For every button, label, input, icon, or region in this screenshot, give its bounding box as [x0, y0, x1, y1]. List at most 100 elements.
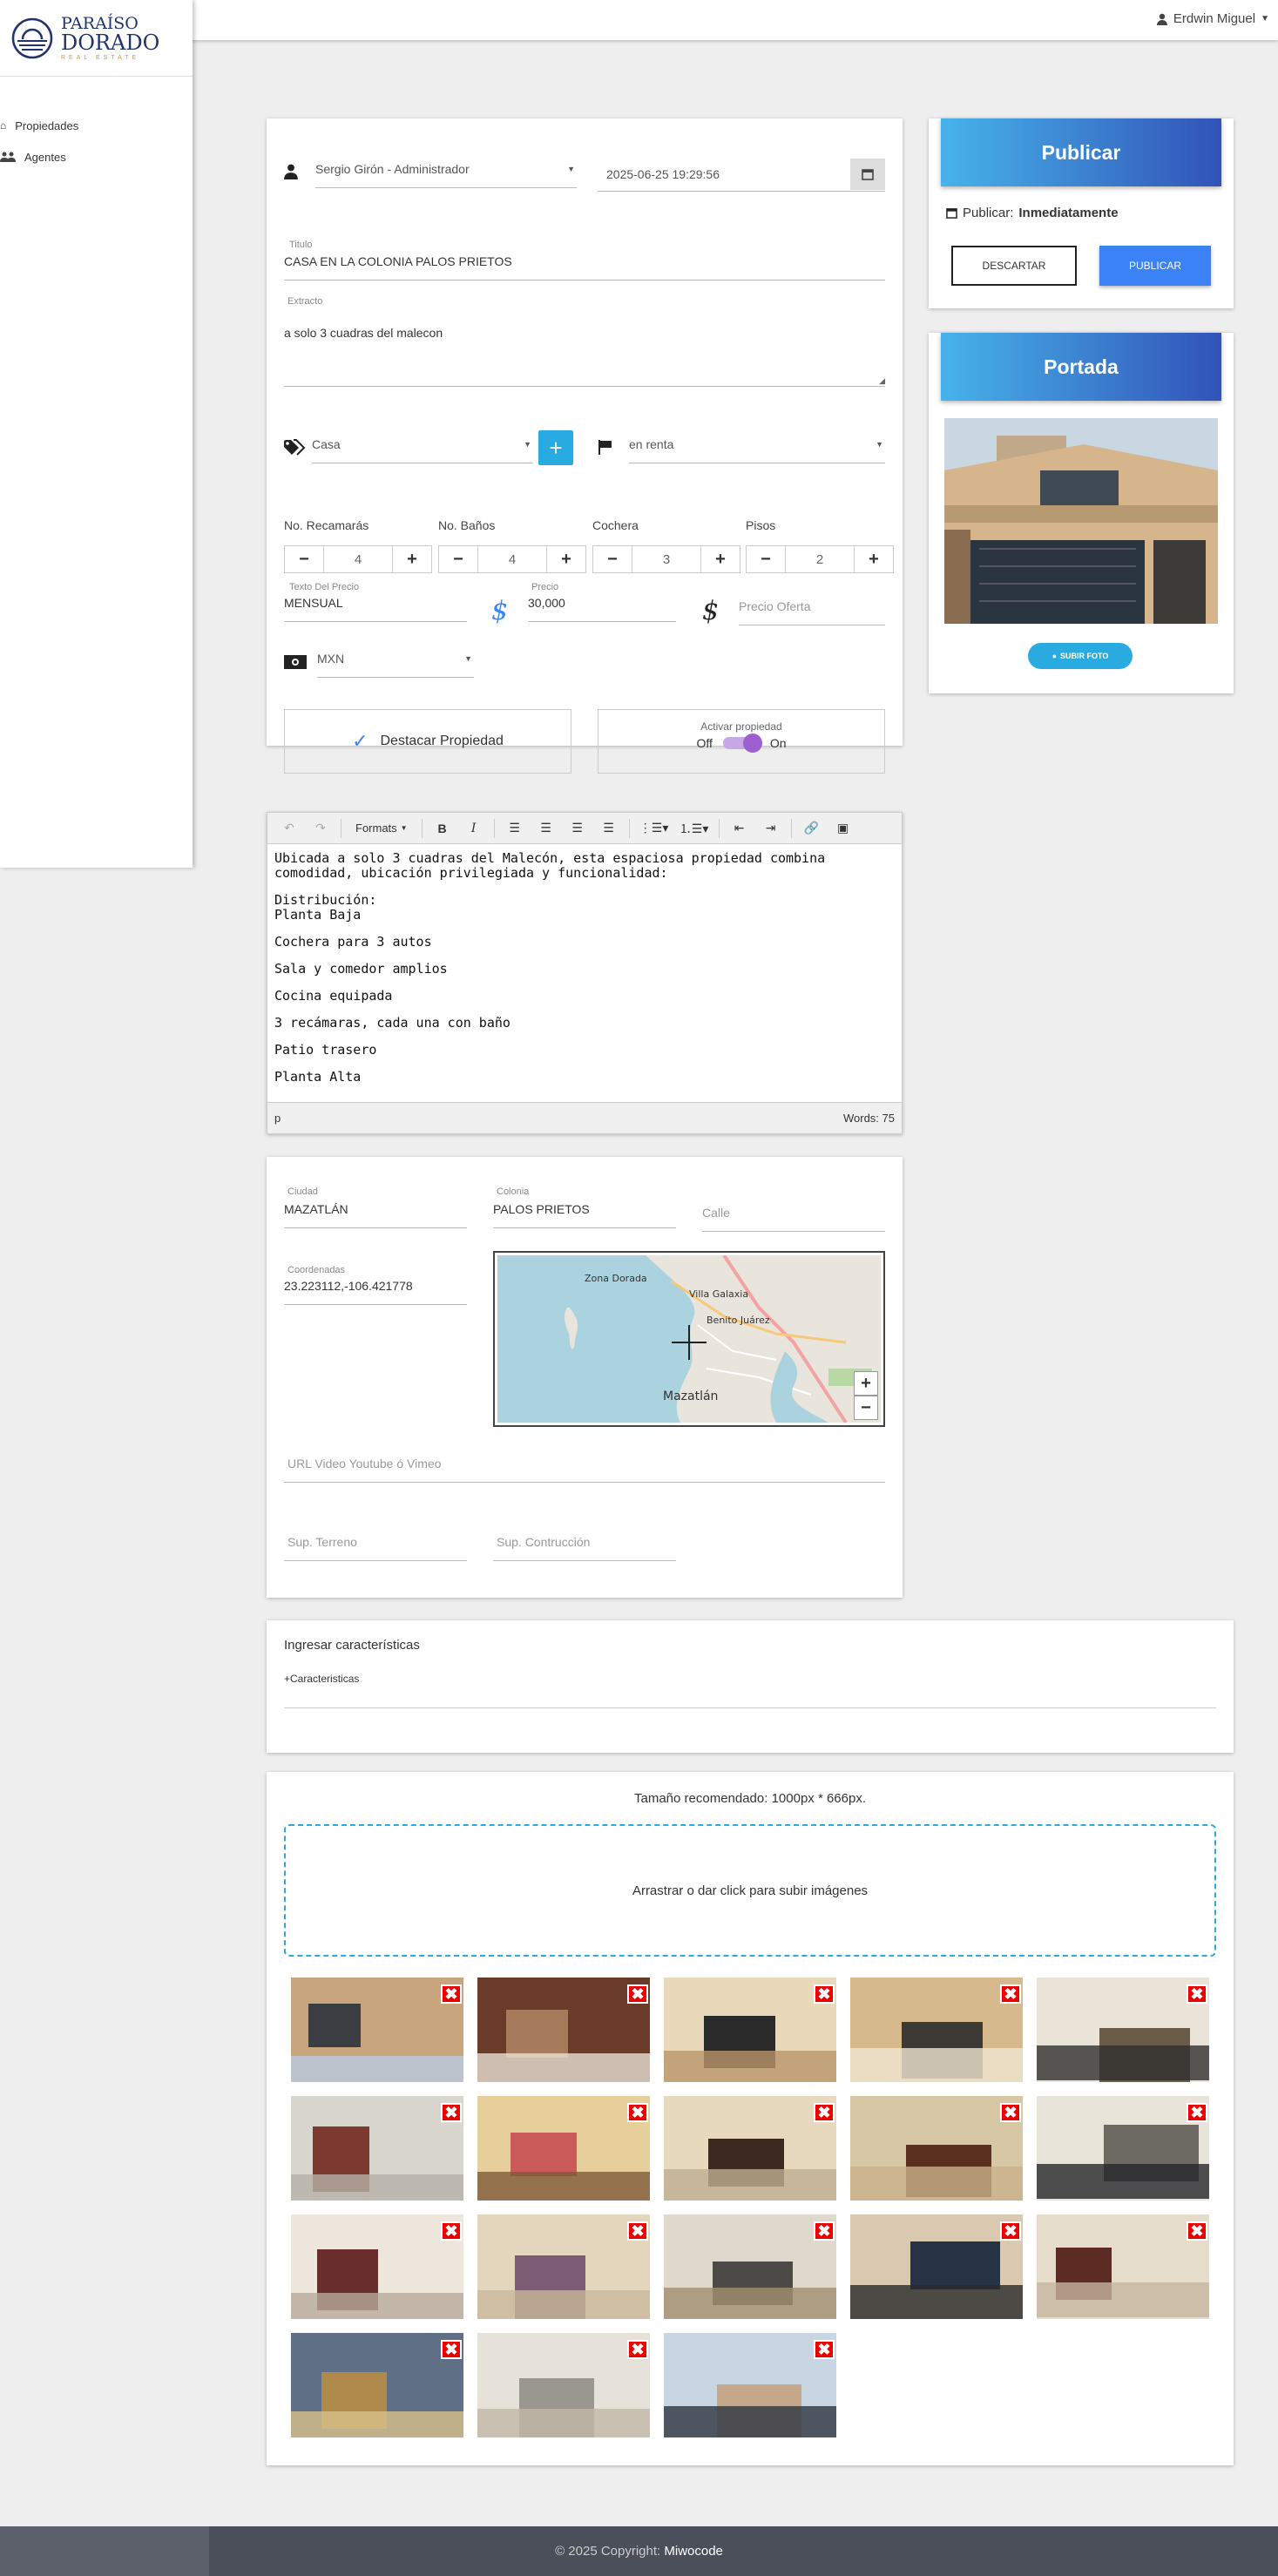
delete-image-button[interactable]: ✖ [1000, 2221, 1021, 2241]
outdent-icon[interactable]: ⇤ [725, 816, 754, 841]
status-select[interactable]: en renta ▼ [629, 437, 885, 463]
featured-toggle[interactable]: ✓ Destacar Propiedad [284, 709, 571, 774]
increment-button[interactable]: + [855, 546, 893, 572]
delete-image-button[interactable]: ✖ [627, 2103, 648, 2122]
garage-value[interactable]: 3 [632, 546, 701, 572]
street-input[interactable]: Calle [702, 1206, 885, 1232]
price-input[interactable]: 30,000 [528, 596, 676, 622]
delete-image-button[interactable]: ✖ [441, 2340, 462, 2359]
floors-stepper[interactable]: − 2 + [746, 545, 894, 573]
gallery-thumbnail[interactable]: ✖ [291, 1978, 463, 2082]
bold-button[interactable]: B [428, 816, 457, 841]
italic-button[interactable]: I [459, 816, 489, 841]
gallery-thumbnail[interactable]: ✖ [664, 2333, 836, 2437]
gallery-thumbnail[interactable]: ✖ [477, 1978, 650, 2082]
gallery-thumbnail[interactable]: ✖ [291, 2096, 463, 2201]
gallery-thumbnail[interactable]: ✖ [664, 2096, 836, 2201]
increment-button[interactable]: + [701, 546, 740, 572]
gallery-thumbnail[interactable]: ✖ [850, 1978, 1023, 2082]
calendar-button[interactable] [850, 159, 885, 190]
editor-paragraph[interactable]: Cocina equipada [274, 989, 895, 1004]
add-type-button[interactable]: + [538, 430, 573, 465]
floors-value[interactable]: 2 [785, 546, 855, 572]
editor-paragraph[interactable]: Cochera para 3 autos [274, 935, 895, 950]
gallery-thumbnail[interactable]: ✖ [477, 2096, 650, 2201]
gallery-thumbnail[interactable]: ✖ [850, 2214, 1023, 2319]
add-feature-link[interactable]: +Caracteristicas [284, 1673, 359, 1685]
editor-paragraph[interactable]: Ubicada a solo 3 cuadras del Malecón, es… [274, 851, 895, 881]
offer-price-input[interactable]: Precio Oferta [739, 599, 885, 625]
editor-paragraph[interactable]: Distribución: Planta Baja [274, 893, 895, 923]
rooms-stepper[interactable]: − 4 + [284, 545, 432, 573]
editor-paragraph[interactable]: 3 recámaras, cada una con baño [274, 1016, 895, 1031]
editor-paragraph[interactable]: Sala y comedor amplios [274, 962, 895, 977]
delete-image-button[interactable]: ✖ [441, 1984, 462, 2004]
align-justify-icon[interactable]: ☰ [594, 816, 624, 841]
delete-image-button[interactable]: ✖ [1000, 1984, 1021, 2004]
discard-button[interactable]: DESCARTAR [951, 246, 1077, 286]
built-area-input[interactable]: Sup. Contrucción [493, 1535, 676, 1561]
delete-image-button[interactable]: ✖ [627, 2340, 648, 2359]
gallery-thumbnail[interactable]: ✖ [477, 2333, 650, 2437]
gallery-thumbnail[interactable]: ✖ [477, 2214, 650, 2319]
delete-image-button[interactable]: ✖ [814, 1984, 835, 2004]
coords-input[interactable]: 23.223112,-106.421778 [284, 1279, 467, 1305]
map-widget[interactable]: Zona Dorada Villa Galaxia Benito Juárez … [493, 1251, 885, 1427]
resize-handle-icon[interactable]: ◢ [879, 376, 885, 386]
align-right-icon[interactable]: ☰ [563, 816, 592, 841]
activate-switch[interactable] [722, 734, 762, 753]
agent-select[interactable]: Sergio Girón - Administrador ▼ [315, 162, 577, 188]
formats-dropdown[interactable]: Formats ▼ [347, 821, 416, 835]
colony-input[interactable]: PALOS PRIETOS [493, 1202, 676, 1228]
sidebar-item-propiedades[interactable]: ⌂ Propiedades [0, 110, 193, 141]
bullet-list-icon[interactable]: ⋮☰▾ [635, 816, 673, 841]
align-left-icon[interactable]: ☰ [500, 816, 530, 841]
gallery-thumbnail[interactable]: ✖ [850, 2096, 1023, 2201]
delete-image-button[interactable]: ✖ [627, 1984, 648, 2004]
city-input[interactable]: MAZATLÁN [284, 1202, 467, 1228]
upload-photo-button[interactable]: ● SUBIR FOTO [1028, 643, 1133, 669]
delete-image-button[interactable]: ✖ [1187, 2103, 1207, 2122]
image-icon[interactable]: ▣ [828, 816, 858, 841]
currency-select[interactable]: MXN ▼ [317, 652, 474, 678]
video-url-input[interactable]: URL Video Youtube ó Vimeo [284, 1457, 885, 1483]
delete-image-button[interactable]: ✖ [814, 2221, 835, 2241]
property-type-select[interactable]: Casa ▼ [312, 437, 533, 463]
editor-paragraph[interactable]: Patio trasero [274, 1043, 895, 1058]
decrement-button[interactable]: − [285, 546, 323, 572]
extract-textarea[interactable]: a solo 3 cuadras del malecon ◢ [284, 326, 885, 387]
brand-logo[interactable]: PARAÍSO DORADO REAL ESTATE [0, 0, 193, 77]
redo-button[interactable]: ↷ [306, 816, 335, 841]
delete-image-button[interactable]: ✖ [441, 2103, 462, 2122]
rooms-value[interactable]: 4 [323, 546, 393, 572]
link-icon[interactable]: 🔗 [797, 816, 827, 841]
upload-dropzone[interactable]: Arrastrar o dar click para subir imágene… [284, 1824, 1216, 1957]
delete-image-button[interactable]: ✖ [1187, 1984, 1207, 2004]
numbered-list-icon[interactable]: ⒈☰▾ [675, 816, 713, 841]
decrement-button[interactable]: − [439, 546, 477, 572]
footer-brand[interactable]: Miwocode [664, 2544, 723, 2559]
editor-paragraph[interactable]: Planta Alta [274, 1070, 895, 1085]
editor-content[interactable]: Ubicada a solo 3 cuadras del Malecón, es… [267, 844, 902, 1104]
map-zoom-out-button[interactable]: − [854, 1396, 878, 1420]
price-text-input[interactable]: MENSUAL [284, 596, 467, 622]
increment-button[interactable]: + [393, 546, 431, 572]
gallery-thumbnail[interactable]: ✖ [1037, 2096, 1209, 2201]
delete-image-button[interactable]: ✖ [814, 2340, 835, 2359]
map-zoom-in-button[interactable]: + [854, 1371, 878, 1396]
align-center-icon[interactable]: ☰ [531, 816, 561, 841]
gallery-thumbnail[interactable]: ✖ [664, 1978, 836, 2082]
undo-button[interactable]: ↶ [274, 816, 304, 841]
garage-stepper[interactable]: − 3 + [592, 545, 740, 573]
gallery-thumbnail[interactable]: ✖ [664, 2214, 836, 2319]
delete-image-button[interactable]: ✖ [441, 2221, 462, 2241]
baths-value[interactable]: 4 [477, 546, 547, 572]
sidebar-item-agentes[interactable]: Agentes [0, 141, 193, 172]
user-menu[interactable]: Erdwin Miguel ▼ [1156, 11, 1269, 26]
gallery-thumbnail[interactable]: ✖ [291, 2333, 463, 2437]
date-input[interactable]: 2025-06-25 19:29:56 [598, 159, 885, 192]
delete-image-button[interactable]: ✖ [1000, 2103, 1021, 2122]
delete-image-button[interactable]: ✖ [1187, 2221, 1207, 2241]
decrement-button[interactable]: − [593, 546, 632, 572]
gallery-thumbnail[interactable]: ✖ [1037, 1978, 1209, 2082]
